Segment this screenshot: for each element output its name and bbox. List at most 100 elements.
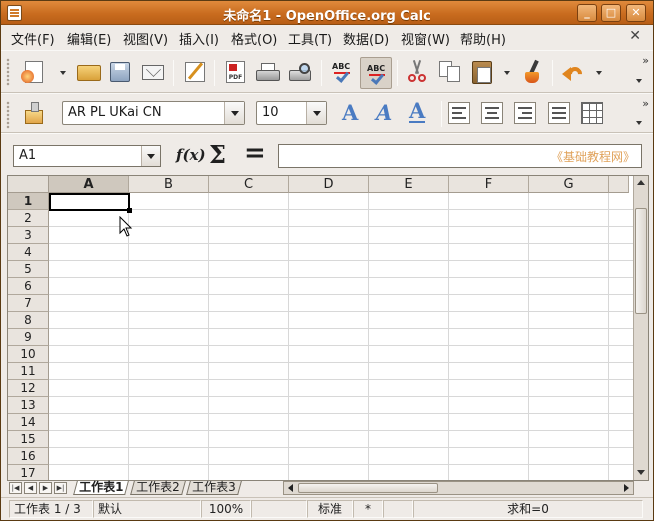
align-right-icon[interactable] <box>514 102 536 124</box>
row-header[interactable]: 16 <box>8 448 49 465</box>
formula-input[interactable]: 《基础教程网》 <box>278 144 642 168</box>
column-header[interactable]: G <box>529 176 609 193</box>
row-header[interactable]: 6 <box>8 278 49 295</box>
underline-icon[interactable]: A <box>409 100 426 123</box>
scroll-right-icon[interactable] <box>624 484 629 492</box>
edit-file-button[interactable] <box>181 58 209 86</box>
horizontal-scroll-thumb[interactable] <box>298 483 438 493</box>
row-header[interactable]: 9 <box>8 329 49 346</box>
toolbar-grip[interactable] <box>6 58 10 86</box>
italic-icon[interactable]: A <box>376 100 392 125</box>
row-header[interactable]: 7 <box>8 295 49 312</box>
new-button[interactable] <box>21 58 49 86</box>
menu-insert[interactable]: 插入(I) <box>179 29 219 48</box>
function-wizard-icon[interactable]: f(x) <box>176 146 206 164</box>
close-document-button[interactable]: ✕ <box>629 28 641 44</box>
sheet-tab-2[interactable]: 工作表2 <box>130 480 186 495</box>
spreadsheet-grid[interactable]: ABCDEFG 1 2 3 4 5 6 7 8 9 10 11 12 13 14 15 16 17 <box>7 175 649 481</box>
spellcheck-button[interactable]: ABC <box>328 58 356 86</box>
first-sheet-button[interactable]: |◀ <box>9 482 22 494</box>
close-window-button[interactable]: ✕ <box>626 4 646 22</box>
merge-cells-icon[interactable] <box>581 102 603 124</box>
column-header[interactable]: B <box>129 176 209 193</box>
open-button[interactable] <box>75 58 103 86</box>
last-sheet-button[interactable]: ▶| <box>54 482 67 494</box>
row-header[interactable]: 3 <box>8 227 49 244</box>
selection-mode[interactable]: 标准 <box>307 500 353 518</box>
menu-edit[interactable]: 编辑(E) <box>67 29 111 48</box>
row-header[interactable]: 14 <box>8 414 49 431</box>
column-header[interactable]: C <box>209 176 289 193</box>
vertical-scroll-thumb[interactable] <box>635 208 647 314</box>
minimize-button[interactable]: _ <box>577 4 597 22</box>
menu-file[interactable]: 文件(F) <box>11 29 55 48</box>
new-dropdown-icon[interactable] <box>60 71 66 75</box>
auto-spellcheck-button[interactable]: ABC <box>360 57 392 89</box>
scroll-up-icon[interactable] <box>637 180 645 185</box>
menu-view[interactable]: 视图(V) <box>123 29 168 48</box>
fill-handle[interactable] <box>127 208 132 213</box>
row-header[interactable]: 15 <box>8 431 49 448</box>
undo-button[interactable] <box>559 58 587 86</box>
font-name-dropdown-icon[interactable] <box>224 102 244 124</box>
styles-button[interactable] <box>21 99 49 127</box>
cut-button[interactable] <box>403 58 431 86</box>
row-header[interactable]: 2 <box>8 210 49 227</box>
row-header[interactable]: 4 <box>8 244 49 261</box>
row-header[interactable]: 10 <box>8 346 49 363</box>
row-header[interactable]: 11 <box>8 363 49 380</box>
undo-dropdown-icon[interactable] <box>596 71 602 75</box>
save-button[interactable] <box>106 58 134 86</box>
column-header[interactable]: F <box>449 176 529 193</box>
toolbar-grip[interactable] <box>6 101 10 129</box>
active-cell-a1[interactable] <box>49 193 130 211</box>
toolbar-options-icon[interactable] <box>636 121 642 125</box>
toolbar-options-icon[interactable] <box>636 79 642 83</box>
maximize-button[interactable]: □ <box>601 4 621 22</box>
copy-button[interactable] <box>436 58 464 86</box>
row-header[interactable]: 1 <box>8 193 49 210</box>
column-header[interactable]: E <box>369 176 449 193</box>
prev-sheet-button[interactable]: ◀ <box>24 482 37 494</box>
row-header[interactable]: 13 <box>8 397 49 414</box>
toolbar-overflow-icon[interactable]: » <box>642 97 649 110</box>
print-button[interactable] <box>254 58 282 86</box>
name-box[interactable]: A1 <box>13 145 161 167</box>
font-name-combo[interactable]: AR PL UKai CN <box>62 101 245 125</box>
next-sheet-button[interactable]: ▶ <box>39 482 52 494</box>
sheet-tab-1[interactable]: 工作表1 <box>73 480 130 495</box>
column-header[interactable]: A <box>49 176 129 193</box>
vertical-scrollbar[interactable] <box>633 176 648 480</box>
sheet-tab-3[interactable]: 工作表3 <box>186 480 242 495</box>
paste-dropdown-icon[interactable] <box>504 71 510 75</box>
font-size-dropdown-icon[interactable] <box>306 102 326 124</box>
clone-formatting-button[interactable] <box>518 58 546 86</box>
name-box-dropdown-icon[interactable] <box>141 146 160 166</box>
column-header-partial[interactable] <box>609 176 629 193</box>
menu-format[interactable]: 格式(O) <box>231 29 277 48</box>
menu-data[interactable]: 数据(D) <box>343 29 389 48</box>
justify-icon[interactable] <box>548 102 570 124</box>
menu-help[interactable]: 帮助(H) <box>460 29 506 48</box>
row-header[interactable]: 12 <box>8 380 49 397</box>
row-header[interactable]: 17 <box>8 465 49 480</box>
font-size-combo[interactable]: 10 <box>256 101 327 125</box>
cell-grid[interactable] <box>49 193 634 480</box>
align-center-icon[interactable] <box>481 102 503 124</box>
sum-icon[interactable]: Σ <box>209 140 226 169</box>
column-header[interactable]: D <box>289 176 369 193</box>
function-icon[interactable]: = <box>244 138 266 168</box>
bold-icon[interactable]: A <box>342 100 358 125</box>
page-style[interactable]: 默认 <box>93 500 201 518</box>
menu-tools[interactable]: 工具(T) <box>288 29 332 48</box>
zoom-level[interactable]: 100% <box>201 500 251 518</box>
horizontal-scrollbar[interactable] <box>283 481 634 495</box>
select-all-corner[interactable] <box>8 176 49 193</box>
email-button[interactable] <box>139 58 167 86</box>
toolbar-overflow-icon[interactable]: » <box>642 54 649 67</box>
print-preview-button[interactable] <box>287 58 315 86</box>
scroll-down-icon[interactable] <box>637 470 645 475</box>
align-left-icon[interactable] <box>448 102 470 124</box>
scroll-left-icon[interactable] <box>288 484 293 492</box>
menu-window[interactable]: 视窗(W) <box>401 29 450 48</box>
